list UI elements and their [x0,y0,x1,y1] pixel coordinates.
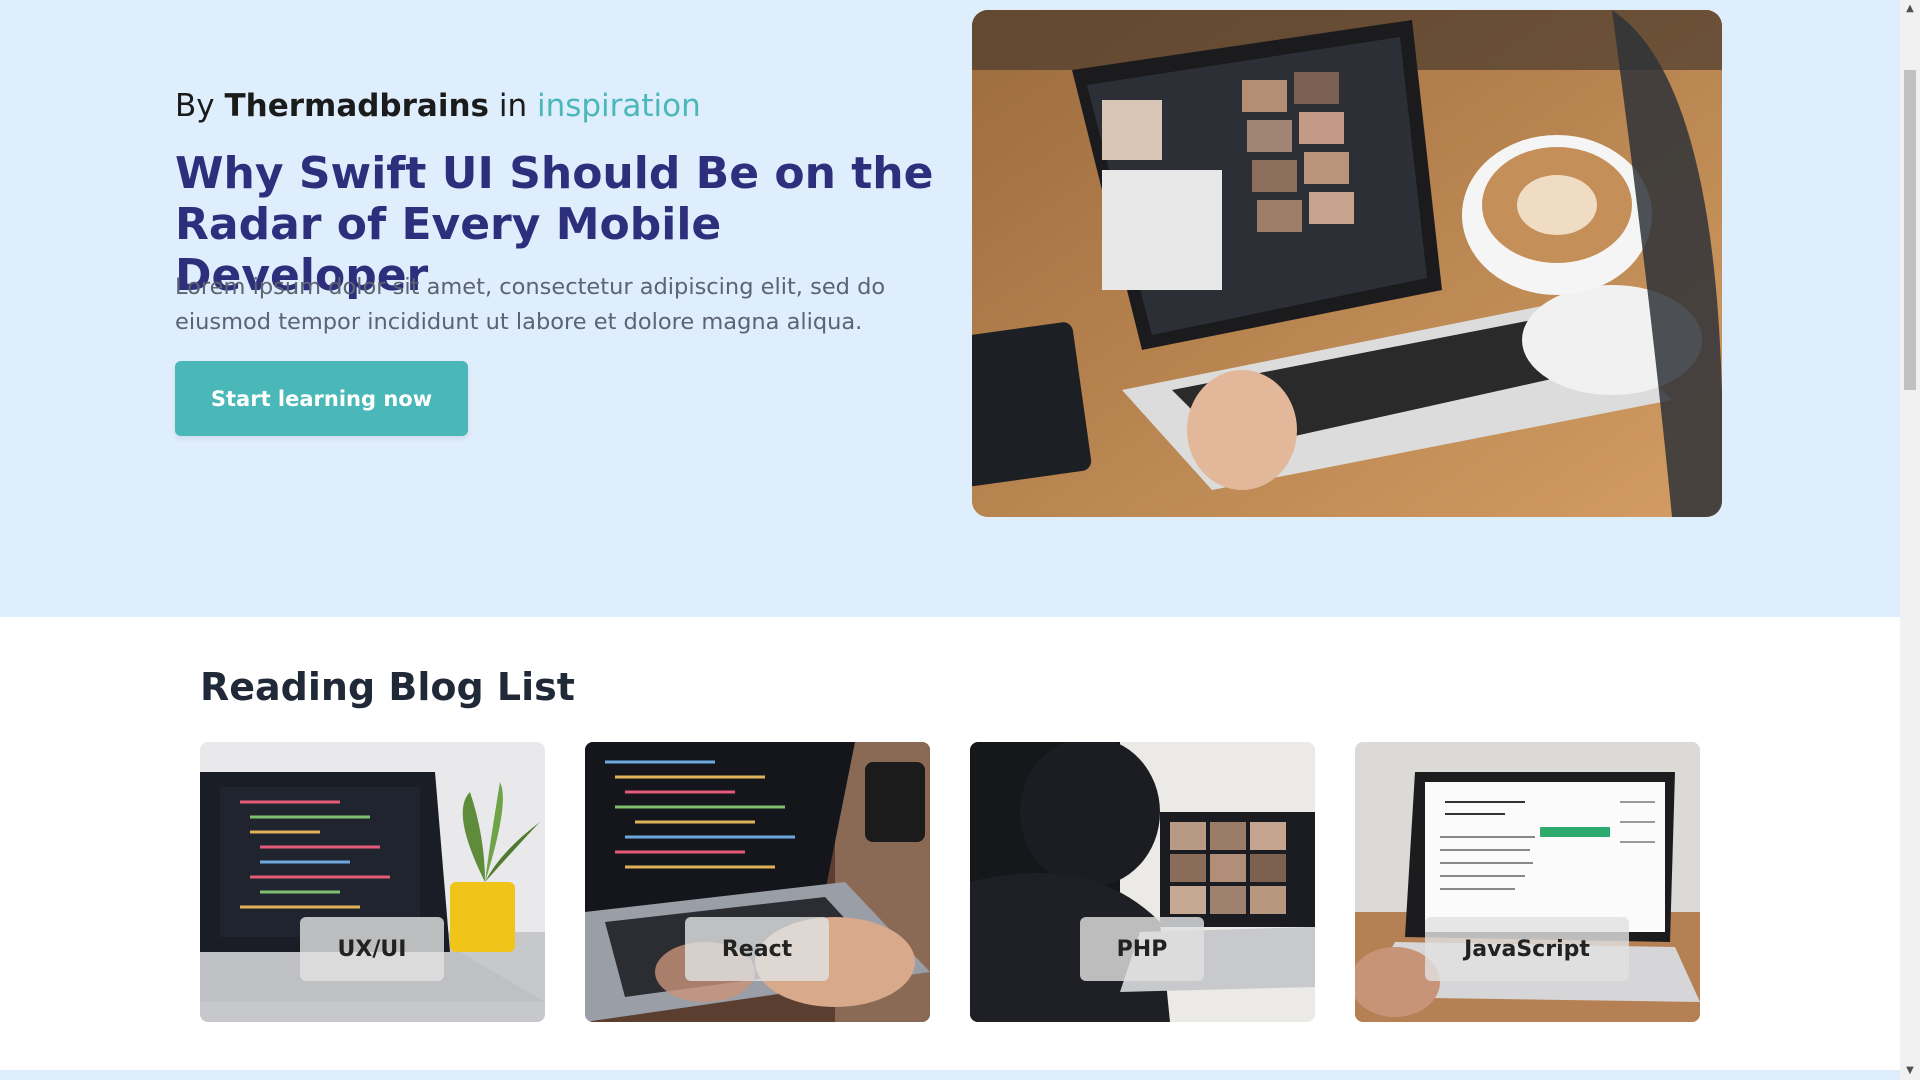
card-label-ux-ui: UX/UI [300,917,444,981]
page: By Thermadbrains in inspiration Why Swif… [0,0,1900,1080]
hero-section: By Thermadbrains in inspiration Why Swif… [0,0,1900,617]
blog-card-php[interactable]: PHP [970,742,1315,1022]
page-scrollbar[interactable]: ▲ ▼ [1900,0,1920,1080]
start-learning-button[interactable]: Start learning now [175,361,468,436]
scroll-thumb[interactable] [1904,70,1916,390]
hero-description: Lorem ipsum dolor sit amet, consectetur … [175,274,886,335]
blog-card-ux-ui[interactable]: UX/UI [200,742,545,1022]
card-label-php: PHP [1080,917,1204,981]
hero-image [972,10,1722,517]
scroll-down-icon[interactable]: ▼ [1900,1062,1920,1080]
scroll-up-icon[interactable]: ▲ [1900,0,1920,18]
category-link[interactable]: inspiration [537,88,701,124]
byline-in: in [498,88,528,124]
byline-prefix: By [175,88,215,124]
laptop-video-call-photo-icon [972,10,1722,517]
card-label-javascript: JavaScript [1425,917,1629,981]
author-link[interactable]: Thermadbrains [224,88,488,124]
blog-list-title: Reading Blog List [200,665,575,709]
blog-card-javascript[interactable]: JavaScript [1355,742,1700,1022]
byline: By Thermadbrains in inspiration [175,88,701,124]
blog-card-react[interactable]: React [585,742,930,1022]
card-label-react: React [685,917,829,981]
next-section-edge [0,1070,1900,1080]
